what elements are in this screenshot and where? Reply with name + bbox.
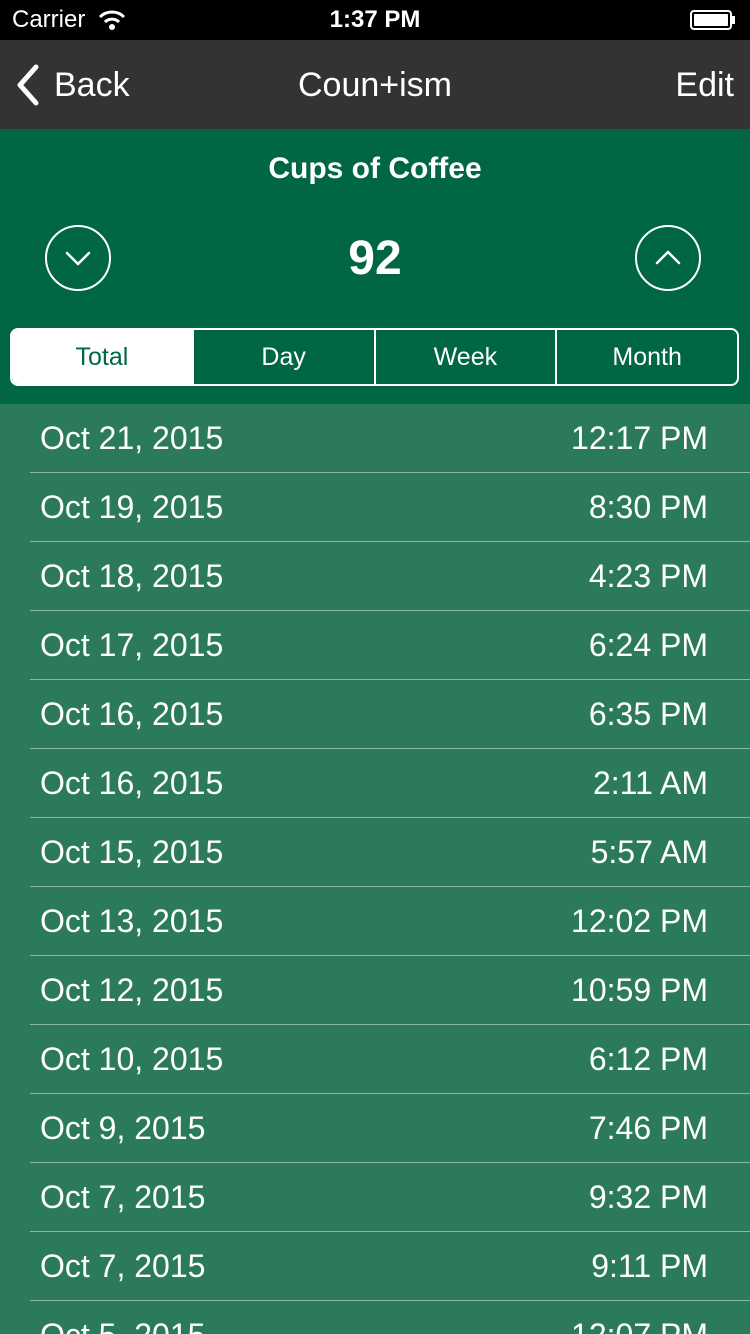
- entry-time: 6:35 PM: [588, 696, 708, 732]
- list-item[interactable]: Oct 18, 2015 4:23 PM: [30, 542, 750, 611]
- chevron-up-icon: [655, 250, 681, 265]
- entry-date: Oct 16, 2015: [40, 696, 224, 732]
- list-item[interactable]: Oct 12, 2015 10:59 PM: [30, 956, 750, 1025]
- entry-date: Oct 10, 2015: [40, 1041, 224, 1077]
- entry-date: Oct 17, 2015: [40, 627, 224, 663]
- entry-date: Oct 16, 2015: [40, 765, 224, 801]
- counter-header: Cups of Coffee 92 Total Day Week Month: [0, 129, 750, 404]
- entry-date: Oct 19, 2015: [40, 489, 224, 525]
- segment-month[interactable]: Month: [555, 330, 737, 384]
- entry-time: 12:17 PM: [571, 420, 708, 456]
- entry-time: 2:11 AM: [592, 765, 708, 801]
- list-item[interactable]: Oct 9, 2015 7:46 PM: [30, 1094, 750, 1163]
- list-item[interactable]: Oct 16, 2015 6:35 PM: [30, 680, 750, 749]
- entry-date: Oct 9, 2015: [40, 1110, 206, 1146]
- list-item[interactable]: Oct 16, 2015 2:11 AM: [30, 749, 750, 818]
- period-segmented-control: Total Day Week Month: [10, 328, 739, 386]
- entry-time: 4:23 PM: [588, 558, 708, 594]
- entry-date: Oct 12, 2015: [40, 972, 224, 1008]
- counter-name: Cups of Coffee: [268, 152, 482, 185]
- entry-time: 9:11 PM: [591, 1248, 708, 1284]
- entry-time: 10:59 PM: [571, 972, 708, 1008]
- list-item[interactable]: Oct 7, 2015 9:32 PM: [30, 1163, 750, 1232]
- segment-total[interactable]: Total: [12, 330, 192, 384]
- entry-date: Oct 5, 2015: [40, 1315, 205, 1334]
- list-item[interactable]: Oct 15, 2015 5:57 AM: [30, 818, 750, 887]
- increment-button[interactable]: [635, 225, 701, 291]
- entry-time: 12:02 PM: [571, 903, 708, 939]
- status-bar: Carrier 1:37 PM: [0, 0, 750, 40]
- list-item[interactable]: Oct 21, 2015 12:17 PM: [30, 404, 750, 473]
- navigation-bar: Back Coun+ism Edit: [0, 40, 750, 129]
- entry-time: 9:32 PM: [588, 1179, 708, 1215]
- entry-time: 12:07 PM: [571, 1315, 708, 1334]
- entry-date: Oct 18, 2015: [40, 558, 224, 594]
- list-item[interactable]: Oct 7, 2015 9:11 PM: [30, 1232, 750, 1301]
- segment-day[interactable]: Day: [191, 330, 374, 384]
- entry-time: 6:24 PM: [588, 627, 708, 663]
- list-item[interactable]: Oct 19, 2015 8:30 PM: [30, 473, 750, 542]
- entry-date: Oct 21, 2015: [40, 420, 224, 456]
- entry-date: Oct 7, 2015: [40, 1248, 206, 1284]
- entry-time: 5:57 AM: [590, 834, 708, 870]
- page-title: Coun+ism: [297, 66, 452, 104]
- entry-date: Oct 15, 2015: [40, 834, 224, 870]
- entry-date: Oct 7, 2015: [40, 1179, 206, 1215]
- segment-week[interactable]: Week: [373, 330, 556, 384]
- list-item[interactable]: Oct 10, 2015 6:12 PM: [30, 1025, 750, 1094]
- status-time: 1:37 PM: [329, 6, 421, 33]
- list-item[interactable]: Oct 13, 2015 12:02 PM: [30, 887, 750, 956]
- entry-time: 6:12 PM: [588, 1041, 708, 1077]
- list-item[interactable]: Oct 17, 2015 6:24 PM: [30, 611, 750, 680]
- edit-button[interactable]: Edit: [675, 62, 734, 108]
- entries-list[interactable]: Oct 21, 2015 12:17 PM Oct 19, 2015 8:30 …: [0, 404, 750, 1334]
- list-item[interactable]: Oct 5, 2015 12:07 PM: [30, 1301, 750, 1334]
- entry-date: Oct 13, 2015: [40, 903, 224, 939]
- entry-time: 7:46 PM: [588, 1110, 708, 1146]
- battery-icon: [690, 10, 736, 30]
- entry-time: 8:30 PM: [588, 489, 708, 525]
